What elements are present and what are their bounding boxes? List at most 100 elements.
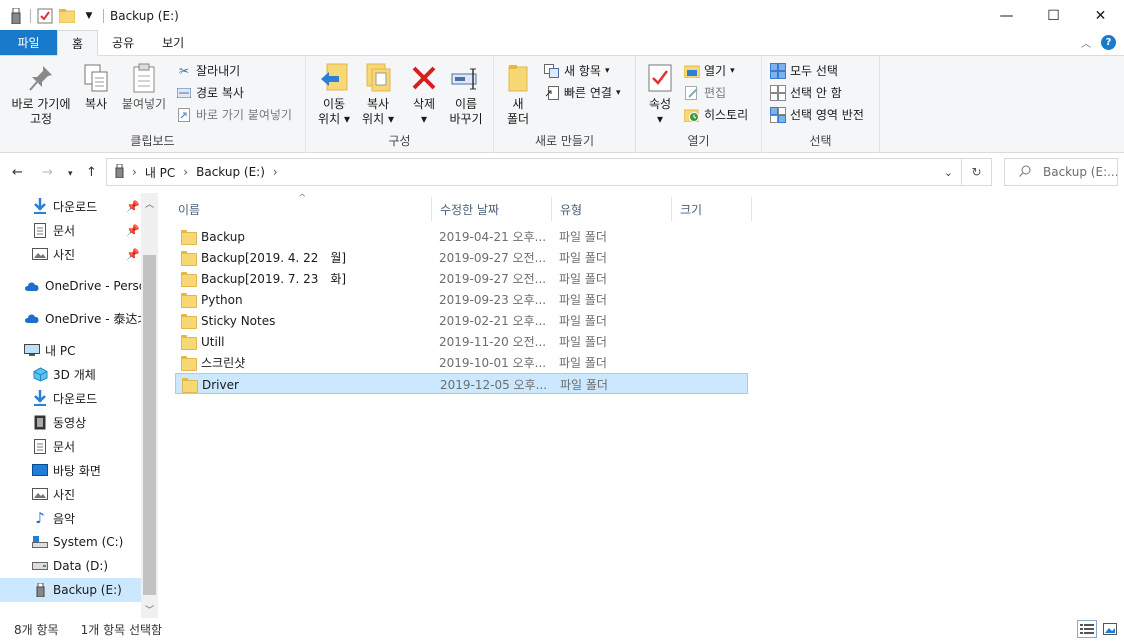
maximize-button[interactable]: ☐	[1030, 0, 1077, 31]
copy-button[interactable]: 복사	[78, 62, 114, 112]
pin-icon[interactable]: 📌	[126, 248, 140, 261]
paste-shortcut-button[interactable]: 바로 가기 붙여넣기	[176, 106, 292, 123]
file-row[interactable]: Utill 2019-11-20 오전... 파일 폴더	[175, 331, 748, 352]
nav-item-onedrive-org[interactable]: OneDrive - 泰达北	[0, 306, 141, 330]
breadcrumb-backup-e[interactable]: Backup (E:)	[196, 165, 265, 179]
select-none-button[interactable]: 선택 안 함	[770, 84, 842, 101]
address-bar[interactable]: › 내 PC › Backup (E:) › ⌄	[106, 158, 962, 186]
new-item-button[interactable]: 새 항목 ▾	[544, 62, 609, 79]
properties-dropdown-icon[interactable]: ▾	[657, 112, 663, 127]
nav-item-pictures-pinned[interactable]: 사진	[0, 242, 141, 266]
nav-item-documents-pinned[interactable]: 문서	[0, 218, 141, 242]
nav-item-backup-e[interactable]: Backup (E:)	[0, 578, 141, 602]
nav-item-documents[interactable]: 문서	[0, 434, 141, 458]
file-row[interactable]: 스크린샷 2019-10-01 오후... 파일 폴더	[175, 352, 748, 373]
file-row[interactable]: Backup[2019. 7. 23 화] 2019-09-27 오전... 파…	[175, 268, 748, 289]
details-view-icon[interactable]	[1077, 620, 1097, 638]
delete-button[interactable]: 삭제 ▾	[406, 62, 442, 127]
open-button[interactable]: 열기 ▾	[684, 62, 735, 79]
large-icons-view-icon[interactable]	[1100, 620, 1120, 638]
forward-arrow-icon[interactable]: →	[42, 165, 53, 180]
paste-shortcut-icon	[176, 107, 192, 123]
scroll-up-arrow-icon[interactable]: ︿	[141, 195, 158, 211]
nav-item-videos[interactable]: 동영상	[0, 410, 141, 434]
nav-item-music[interactable]: ♪ 음악	[0, 506, 141, 530]
copy-label: 복사	[84, 97, 108, 111]
download-icon	[32, 198, 48, 214]
back-arrow-icon[interactable]: ←	[12, 165, 23, 180]
tab-view[interactable]: 보기	[148, 30, 198, 55]
nav-item-my-pc[interactable]: 내 PC	[0, 338, 141, 362]
address-dropdown-chevron-icon[interactable]: ⌄	[944, 166, 953, 179]
move-to-button[interactable]: 이동 위치 ▾	[314, 62, 354, 127]
nav-item-downloads-pinned[interactable]: 다운로드	[0, 194, 141, 218]
nav-pane-scrollbar[interactable]: ︿ ﹀	[141, 193, 158, 618]
copy-to-button[interactable]: 복사 위치 ▾	[358, 62, 398, 127]
file-row[interactable]: Sticky Notes 2019-02-21 오후... 파일 폴더	[175, 310, 748, 331]
nav-item-desktop[interactable]: 바탕 화면	[0, 458, 141, 482]
help-icon[interactable]: ?	[1101, 35, 1116, 50]
history-button[interactable]: 히스토리	[684, 106, 748, 123]
file-row[interactable]: Python 2019-09-23 오후... 파일 폴더	[175, 289, 748, 310]
properties-check-icon[interactable]	[37, 8, 53, 24]
file-date: 2019-10-01 오후...	[439, 356, 547, 370]
column-header-type[interactable]: 유형	[552, 197, 672, 221]
new-folder-icon[interactable]	[59, 8, 75, 24]
invert-selection-icon	[770, 106, 786, 123]
history-label: 히스토리	[704, 108, 749, 122]
breadcrumb-my-pc[interactable]: 내 PC	[145, 164, 175, 181]
delete-dropdown-icon[interactable]: ▾	[421, 112, 427, 127]
collapse-ribbon-chevron-icon[interactable]: ︿	[1081, 35, 1091, 50]
recent-locations-chevron-icon[interactable]: ▾	[68, 169, 73, 179]
nav-item-onedrive-personal[interactable]: OneDrive - Person	[0, 274, 141, 298]
file-row[interactable]: Backup 2019-04-21 오후... 파일 폴더	[175, 226, 748, 247]
folder-icon	[181, 251, 197, 266]
copy-path-button[interactable]: 경로 복사	[176, 84, 244, 101]
customize-toolbar-chevron-icon[interactable]: ▼	[81, 8, 97, 24]
nav-item-label: System (C:)	[53, 535, 124, 549]
search-placeholder: Backup (E:...	[1043, 165, 1118, 179]
select-all-button[interactable]: 모두 선택	[770, 62, 838, 79]
search-box[interactable]: Backup (E:...	[1004, 158, 1118, 186]
refresh-button[interactable]: ↻	[962, 158, 992, 186]
pin-icon[interactable]: 📌	[126, 224, 140, 237]
nav-item-downloads[interactable]: 다운로드	[0, 386, 141, 410]
pin-icon[interactable]: 📌	[126, 200, 140, 213]
scroll-down-arrow-icon[interactable]: ﹀	[141, 601, 158, 617]
close-button[interactable]: ✕	[1077, 0, 1124, 31]
breadcrumb-separator-icon[interactable]: ›	[273, 165, 278, 179]
invert-selection-button[interactable]: 선택 영역 반전	[770, 106, 864, 123]
cut-button[interactable]: ✂ 잘라내기	[176, 62, 240, 79]
pin-to-quick-access-button[interactable]: 바로 가기에 고정	[8, 62, 74, 127]
nav-item-data-d[interactable]: Data (D:)	[0, 554, 141, 578]
nav-item-system-c[interactable]: System (C:)	[0, 530, 141, 554]
easy-access-button[interactable]: 빠른 연결 ▾	[544, 84, 621, 101]
scroll-thumb[interactable]	[143, 255, 156, 595]
view-switcher	[1077, 620, 1120, 638]
minimize-button[interactable]: —	[983, 0, 1030, 31]
paste-button[interactable]: 붙여넣기	[118, 62, 170, 112]
properties-button[interactable]: 속성 ▾	[642, 62, 678, 127]
up-arrow-icon[interactable]: ↑	[86, 165, 97, 180]
nav-item-3d-objects[interactable]: 3D 개체	[0, 362, 141, 386]
column-header-date[interactable]: 수정한 날짜	[432, 197, 552, 221]
tab-share[interactable]: 공유	[98, 30, 148, 55]
breadcrumb-separator-icon[interactable]: ›	[132, 165, 137, 179]
nav-item-label: 내 PC	[45, 343, 76, 358]
column-header-size[interactable]: 크기	[672, 197, 752, 221]
file-date: 2019-09-27 오전...	[439, 272, 547, 286]
file-row-selected[interactable]: Driver 2019-12-05 오후... 파일 폴더	[175, 373, 748, 394]
breadcrumb-separator-icon[interactable]: ›	[183, 165, 188, 179]
new-folder-button[interactable]: 새 폴더	[500, 62, 536, 127]
invert-selection-label: 선택 영역 반전	[790, 108, 864, 122]
nav-item-pictures[interactable]: 사진	[0, 482, 141, 506]
file-row[interactable]: Backup[2019. 4. 22 월] 2019-09-27 오전... 파…	[175, 247, 748, 268]
tab-home[interactable]: 홈	[57, 30, 99, 56]
open-group-label: 열기	[687, 134, 710, 148]
navigation-pane: 다운로드 📌 문서 📌 사진 📌 OneDrive - Person OneDr…	[0, 193, 158, 618]
status-bar: 8개 항목 1개 항목 선택함	[0, 618, 1124, 641]
column-header-name[interactable]: 이름	[170, 197, 432, 221]
rename-button[interactable]: 이름 바꾸기	[446, 62, 486, 127]
edit-button[interactable]: 편집	[684, 84, 726, 101]
tab-file[interactable]: 파일	[0, 30, 57, 55]
